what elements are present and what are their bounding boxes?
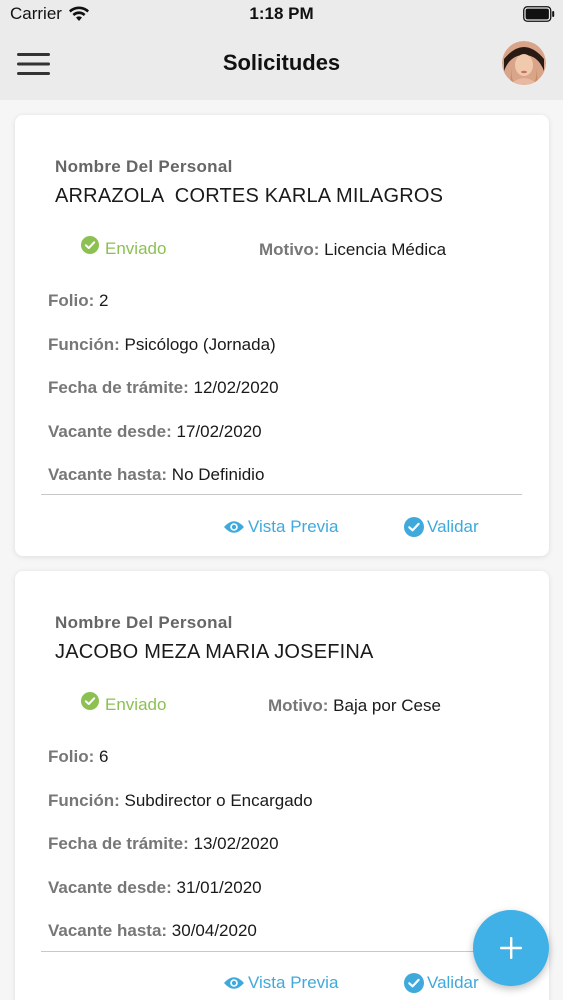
plus-icon [500, 937, 522, 959]
status-badge: Enviado [81, 236, 167, 259]
preview-button[interactable]: Vista Previa [223, 517, 338, 537]
eye-icon [224, 521, 244, 533]
card-divider [41, 951, 522, 952]
request-card: Nombre Del Personal ARRAZOLA CORTES KARL… [15, 115, 549, 556]
status-bar: Carrier 1:18 PM [0, 0, 563, 30]
preview-label: Vista Previa [248, 517, 339, 536]
fecha-tramite-field: Fecha de trámite: 12/02/2020 [48, 378, 279, 398]
vacante-desde-value: 31/01/2020 [176, 878, 262, 897]
vacante-hasta-label: Vacante hasta: [48, 921, 168, 940]
vacante-desde-value: 17/02/2020 [176, 422, 262, 441]
status-text: Enviado [105, 695, 167, 714]
motivo-label: Motivo: [259, 240, 320, 259]
add-request-button[interactable] [473, 910, 549, 986]
validate-button[interactable]: Validar [404, 973, 479, 993]
vacante-desde-field: Vacante desde: 31/01/2020 [48, 878, 262, 898]
preview-button[interactable]: Vista Previa [223, 973, 338, 993]
folio-field: Folio: 2 [48, 291, 108, 311]
personnel-name: ARRAZOLA CORTES KARLA MILAGROS [55, 185, 444, 207]
validate-label: Validar [427, 973, 479, 992]
request-list: Nombre Del Personal ARRAZOLA CORTES KARL… [0, 100, 563, 1000]
vacante-desde-label: Vacante desde: [48, 878, 172, 897]
check-circle-icon [81, 692, 99, 710]
personnel-name: JACOBO MEZA MARIA JOSEFINA [55, 641, 374, 663]
vacante-hasta-value: 30/04/2020 [171, 921, 257, 940]
fecha-tramite-label: Fecha de trámite: [48, 378, 189, 397]
name-header: Nombre Del Personal [55, 613, 233, 632]
motivo-label: Motivo: [268, 696, 329, 715]
vacante-hasta-label: Vacante hasta: [48, 465, 168, 484]
fecha-tramite-label: Fecha de trámite: [48, 834, 189, 853]
vacante-hasta-field: Vacante hasta: No Definidio [48, 465, 264, 485]
vacante-hasta-value: No Definidio [171, 465, 265, 484]
status-time: 1:18 PM [249, 4, 314, 23]
avatar[interactable] [502, 41, 546, 85]
folio-value: 6 [99, 747, 109, 766]
folio-value: 2 [99, 291, 109, 310]
name-header: Nombre Del Personal [55, 157, 233, 176]
funcion-field: Función: Subdirector o Encargado [48, 791, 313, 811]
funcion-value: Subdirector o Encargado [124, 791, 313, 810]
folio-label: Folio: [48, 291, 95, 310]
check-circle-icon [404, 973, 424, 993]
vacante-desde-field: Vacante desde: 17/02/2020 [48, 422, 262, 442]
funcion-value: Psicólogo (Jornada) [124, 335, 276, 354]
battery-icon [523, 6, 555, 22]
check-circle-icon [404, 517, 424, 537]
motivo-field: Motivo: Licencia Médica [259, 240, 446, 260]
request-card: Nombre Del Personal JACOBO MEZA MARIA JO… [15, 571, 549, 1000]
funcion-label: Función: [48, 335, 120, 354]
check-circle-icon [81, 236, 99, 254]
card-divider [41, 494, 522, 495]
motivo-field: Motivo: Baja por Cese [268, 696, 441, 716]
fecha-tramite-value: 13/02/2020 [193, 834, 279, 853]
vacante-desde-label: Vacante desde: [48, 422, 172, 441]
validate-label: Validar [427, 517, 479, 536]
fecha-tramite-field: Fecha de trámite: 13/02/2020 [48, 834, 279, 854]
validate-button[interactable]: Validar [404, 517, 479, 537]
funcion-field: Función: Psicólogo (Jornada) [48, 335, 276, 355]
motivo-value: Baja por Cese [333, 696, 441, 715]
folio-field: Folio: 6 [48, 747, 108, 767]
eye-icon [224, 977, 244, 989]
fecha-tramite-value: 12/02/2020 [193, 378, 279, 397]
nav-bar: Solicitudes [0, 30, 563, 100]
status-text: Enviado [105, 239, 167, 258]
motivo-value: Licencia Médica [324, 240, 447, 259]
page-title: Solicitudes [222, 50, 341, 75]
vacante-hasta-field: Vacante hasta: 30/04/2020 [48, 921, 257, 941]
folio-label: Folio: [48, 747, 95, 766]
preview-label: Vista Previa [248, 973, 339, 992]
funcion-label: Función: [48, 791, 120, 810]
status-badge: Enviado [81, 692, 167, 715]
